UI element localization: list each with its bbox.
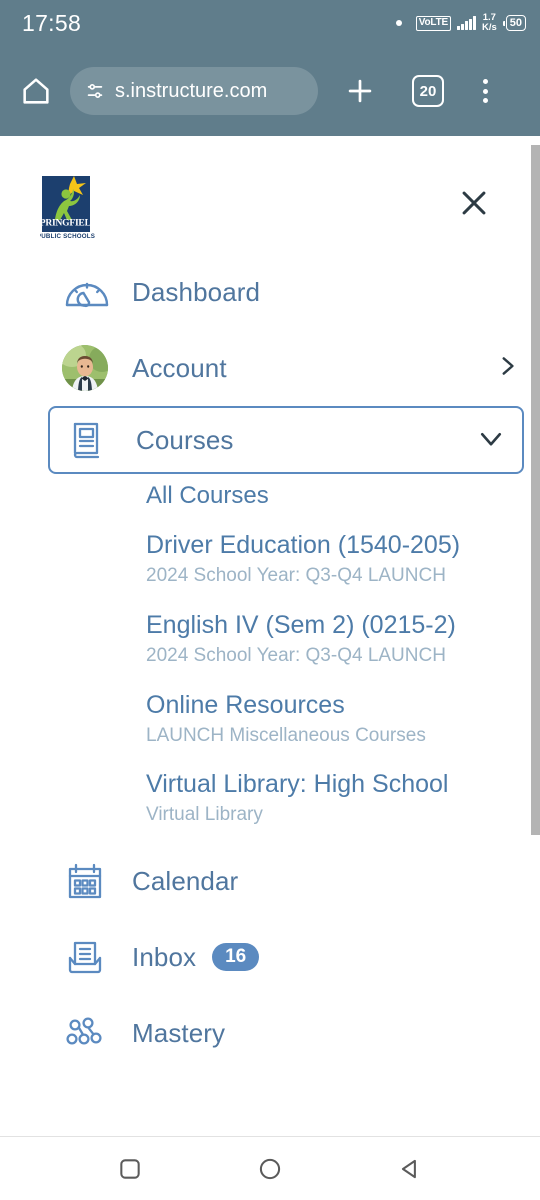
android-navigation-bar	[0, 1136, 540, 1200]
volte-icon: VoLTE	[415, 15, 451, 31]
home-icon[interactable]	[6, 74, 66, 108]
status-clock: 17:58	[22, 9, 82, 36]
course-term: Virtual Library	[146, 804, 263, 826]
status-bar: 17:58 VoLTE 1.7 K/s 50	[0, 0, 540, 46]
sidebar-item-dashboard[interactable]: Dashboard	[0, 254, 540, 330]
course-term: 2024 School Year: Q3-Q4 LAUNCH	[146, 644, 446, 666]
avatar	[62, 345, 118, 391]
status-badge: 16	[212, 943, 260, 972]
course-term: LAUNCH Miscellaneous Courses	[146, 724, 426, 746]
course-term: 2024 School Year: Q3-Q4 LAUNCH	[146, 565, 446, 586]
data-speed-indicator: 1.7 K/s	[482, 13, 497, 33]
browser-toolbar: s.instructure.com 20	[0, 46, 540, 136]
tune-icon[interactable]	[84, 80, 106, 102]
sidebar-item-account[interactable]: Account	[0, 330, 540, 406]
sidebar-item-label: Calendar	[132, 865, 239, 896]
courses-submenu: All Courses Driver Education (1540-205) …	[0, 474, 540, 843]
sidebar-item-courses[interactable]: Courses	[48, 406, 524, 474]
recents-button[interactable]	[100, 1139, 160, 1199]
phone-screen: 17:58 VoLTE 1.7 K/s 50 s.instructure.com…	[0, 0, 540, 1200]
sidebar-item-label: Account	[132, 352, 227, 383]
course-title: Online Resources	[146, 690, 345, 719]
mastery-icon	[62, 1010, 118, 1056]
sidebar-item-label: Courses	[136, 424, 234, 455]
sidebar-item-mastery[interactable]: Mastery	[0, 995, 540, 1071]
sidebar-item-label: Dashboard	[132, 276, 261, 307]
sidebar-item-label: Inbox	[132, 941, 197, 972]
list-item[interactable]: English IV (Sem 2) (0215-2) 2024 School …	[0, 604, 540, 684]
gauge-icon	[62, 270, 118, 314]
course-title: Virtual Library: High School	[146, 770, 449, 799]
svg-text:SPRINGFIELD: SPRINGFIELD	[40, 219, 96, 229]
overflow-menu-icon[interactable]	[462, 79, 508, 103]
inbox-icon	[62, 934, 118, 980]
new-tab-button[interactable]	[332, 74, 388, 108]
url-text: s.instructure.com	[115, 79, 268, 102]
course-title: Driver Education (1540-205)	[146, 531, 461, 559]
vertical-scrollbar[interactable]	[531, 145, 540, 835]
battery-level: 50	[505, 15, 526, 31]
chevron-right-icon[interactable]	[494, 353, 520, 384]
springfield-public-schools-logo: SPRINGFIELD PUBLIC SCHOOLS	[40, 176, 96, 240]
browser-chrome: 17:58 VoLTE 1.7 K/s 50 s.instructure.com…	[0, 0, 540, 136]
calendar-icon	[62, 858, 118, 904]
page-viewport: SPRINGFIELD PUBLIC SCHOOLS	[0, 136, 540, 1136]
book-icon	[64, 417, 120, 463]
status-icons: VoLTE 1.7 K/s 50	[395, 13, 526, 33]
url-bar[interactable]: s.instructure.com	[70, 67, 318, 115]
chevron-down-icon[interactable]	[476, 423, 506, 458]
course-title: English IV (Sem 2) (0215-2)	[146, 610, 456, 639]
back-button[interactable]	[380, 1139, 440, 1199]
close-drawer-button[interactable]	[452, 181, 496, 225]
battery-icon: 50	[502, 15, 526, 31]
home-button[interactable]	[240, 1139, 300, 1199]
notification-dot-icon	[395, 20, 402, 26]
sidebar-item-calendar[interactable]: Calendar	[0, 843, 540, 919]
list-item[interactable]: Online Resources LAUNCH Miscellaneous Co…	[0, 684, 540, 764]
svg-text:PUBLIC SCHOOLS: PUBLIC SCHOOLS	[40, 233, 95, 240]
drawer-header: SPRINGFIELD PUBLIC SCHOOLS	[0, 136, 540, 254]
tab-switcher-button[interactable]: 20	[400, 75, 456, 107]
all-courses-link[interactable]: All Courses	[0, 476, 540, 524]
signal-bars-icon	[456, 16, 476, 30]
list-item[interactable]: Driver Education (1540-205) 2024 School …	[0, 524, 540, 604]
tab-count: 20	[412, 75, 444, 107]
data-speed-unit: K/s	[481, 22, 497, 33]
sidebar-item-label: Mastery	[132, 1017, 226, 1048]
sidebar-item-inbox[interactable]: Inbox 16	[0, 919, 540, 995]
list-item[interactable]: Virtual Library: High School Virtual Lib…	[0, 763, 540, 843]
